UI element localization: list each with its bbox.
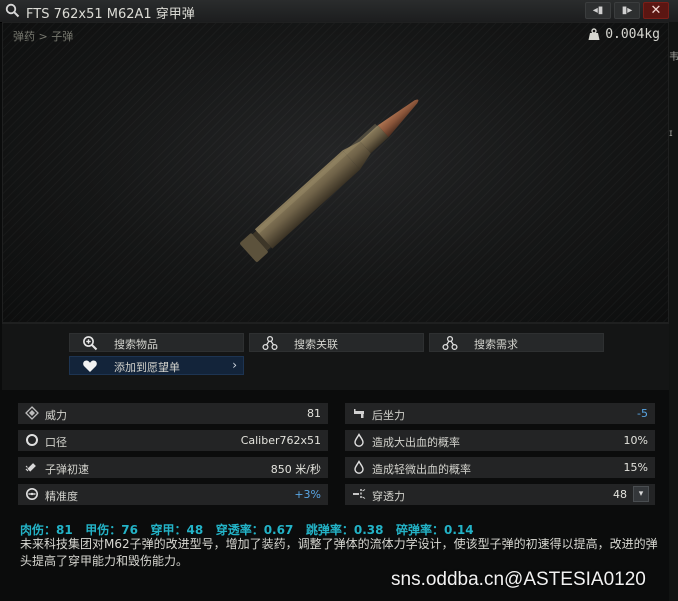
stat-value: -5 (637, 407, 648, 420)
weight-icon (588, 28, 600, 40)
stat-label: 穿透力 (372, 490, 405, 503)
heart-icon (83, 360, 97, 372)
search-item-label: 搜索物品 (114, 338, 158, 351)
damage-icon (25, 406, 39, 420)
accuracy-icon (26, 488, 38, 500)
stat-value: +3% (294, 488, 321, 501)
nodes-icon (262, 335, 278, 351)
stat-heavy-bleed: 造成大出血的概率 10% (345, 430, 655, 451)
recoil-icon (354, 409, 364, 418)
weight-value: 0.004kg (605, 27, 660, 42)
stat-value: 81 (307, 407, 321, 420)
stat-label: 造成大出血的概率 (372, 436, 460, 449)
stat-label: 子弹初速 (45, 463, 89, 476)
heavy-bleed-icon (354, 433, 364, 447)
watermark: sns.oddba.cn@ASTESIA0120 (391, 569, 646, 590)
dock-right-button[interactable]: ▮▸ (614, 2, 640, 19)
stat-velocity: 子弹初速 850 米/秒 (18, 457, 328, 478)
search-item-button[interactable]: 搜索物品 (69, 333, 244, 352)
stat-label: 口径 (45, 436, 67, 449)
window-titlebar: FTS 762x51 M62A1 穿甲弹 ◂▮ ▮▸ ✕ (0, 0, 678, 23)
stats-grid: 威力 81 口径 Caliber762x51 子弹初速 850 米/秒 精准度 … (18, 400, 655, 510)
caliber-icon (26, 434, 38, 446)
background-edge (669, 22, 678, 601)
penetration-icon (353, 489, 366, 499)
window-title: FTS 762x51 M62A1 穿甲弹 (26, 7, 195, 22)
search-icon (5, 3, 20, 18)
stat-value: Caliber762x51 (240, 434, 321, 447)
nodes-icon (442, 335, 458, 351)
stat-value: 10% (623, 434, 648, 447)
stat-penetration: 穿透力 48 ▾ (345, 484, 655, 505)
bullet-image (240, 99, 419, 262)
bullet-velocity-icon (25, 461, 38, 472)
light-bleed-icon (354, 460, 364, 474)
add-to-wishlist-label: 添加到愿望单 (114, 361, 180, 374)
search-needs-button[interactable]: 搜索需求 (429, 333, 604, 352)
stat-recoil: 后坐力 -5 (345, 403, 655, 424)
stat-damage: 威力 81 (18, 403, 328, 424)
stat-label: 威力 (45, 409, 67, 422)
stat-label: 精准度 (45, 490, 78, 503)
chevron-down-icon: ▾ (638, 489, 644, 499)
item-description: 未来科技集团对M62子弹的改进型号，增加了装药，调整了弹体的流体力学设计，使该型… (20, 537, 658, 568)
stat-light-bleed: 造成轻微出血的概率 15% (345, 457, 655, 478)
background-edge-text: 韦 (669, 52, 678, 63)
search-related-label: 搜索关联 (294, 338, 338, 351)
item-preview: 弹药 > 子弹 0.004kg (2, 22, 669, 323)
chevron-right-icon: › (232, 358, 237, 372)
stat-accuracy: 精准度 +3% (18, 484, 328, 505)
search-related-button[interactable]: 搜索关联 (249, 333, 424, 352)
stat-value: 15% (623, 461, 648, 474)
action-panel: 搜索物品 搜索关联 搜索需求 添加到愿望单 › (2, 323, 669, 390)
stat-value: 48 (613, 488, 627, 501)
stat-caliber: 口径 Caliber762x51 (18, 430, 328, 451)
close-button[interactable]: ✕ (643, 2, 669, 19)
stat-label: 造成轻微出血的概率 (372, 463, 471, 476)
weight-display: 0.004kg (588, 27, 660, 42)
penetration-dropdown-button[interactable]: ▾ (633, 486, 649, 502)
stat-label: 后坐力 (372, 409, 405, 422)
magnify-plus-icon (83, 336, 98, 351)
background-edge-text: ɪ (669, 128, 673, 139)
dock-left-button[interactable]: ◂▮ (585, 2, 611, 19)
stat-value: 850 米/秒 (270, 463, 321, 476)
breadcrumb: 弹药 > 子弹 (13, 30, 74, 43)
add-to-wishlist-button[interactable]: 添加到愿望单 › (69, 356, 244, 375)
search-needs-label: 搜索需求 (474, 338, 518, 351)
